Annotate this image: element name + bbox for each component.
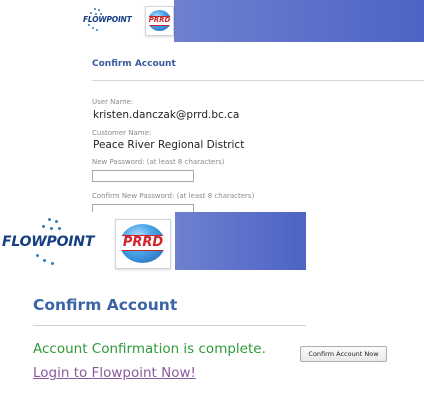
header-bar	[175, 212, 306, 270]
confirm-account-button[interactable]: Confirm Account Now	[300, 346, 387, 362]
title-divider	[92, 80, 424, 81]
login-link[interactable]: Login to Flowpoint Now!	[33, 365, 196, 381]
header-bar	[174, 0, 424, 42]
header-logos: FLOWPOINT PRRD	[80, 0, 174, 42]
confirmation-message: Account Confirmation is complete.	[33, 341, 266, 357]
title-divider	[33, 325, 306, 326]
confirmation-complete-page: FLOWPOINT PRRD Confirm Account Account C…	[0, 212, 306, 393]
flowpoint-logo: FLOWPOINT	[83, 15, 132, 24]
flowpoint-logo: FLOWPOINT	[2, 234, 95, 250]
prrd-logo-text: PRRD	[122, 235, 164, 250]
prrd-logo: PRRD	[145, 6, 174, 36]
customer-name-label: Customer Name:	[92, 129, 152, 137]
new-password-label: New Password: (at least 8 characters)	[92, 158, 225, 166]
page-title: Confirm Account	[33, 296, 178, 314]
page-header: FLOWPOINT PRRD	[0, 212, 306, 270]
confirm-account-form-page: FLOWPOINT PRRD Confirm Account User Name…	[80, 0, 424, 220]
new-password-input[interactable]	[92, 170, 194, 182]
header-logos: FLOWPOINT PRRD	[0, 212, 175, 270]
confirm-password-label: Confirm New Password: (at least 8 charac…	[92, 192, 255, 200]
customer-name-value: Peace River Regional District	[93, 139, 245, 151]
prrd-logo: PRRD	[115, 219, 171, 269]
page-title: Confirm Account	[92, 59, 176, 69]
prrd-logo-text: PRRD	[148, 16, 171, 24]
page-header: FLOWPOINT PRRD	[80, 0, 424, 42]
username-value: kristen.danczak@prrd.bc.ca	[93, 109, 240, 121]
username-label: User Name:	[92, 98, 134, 106]
